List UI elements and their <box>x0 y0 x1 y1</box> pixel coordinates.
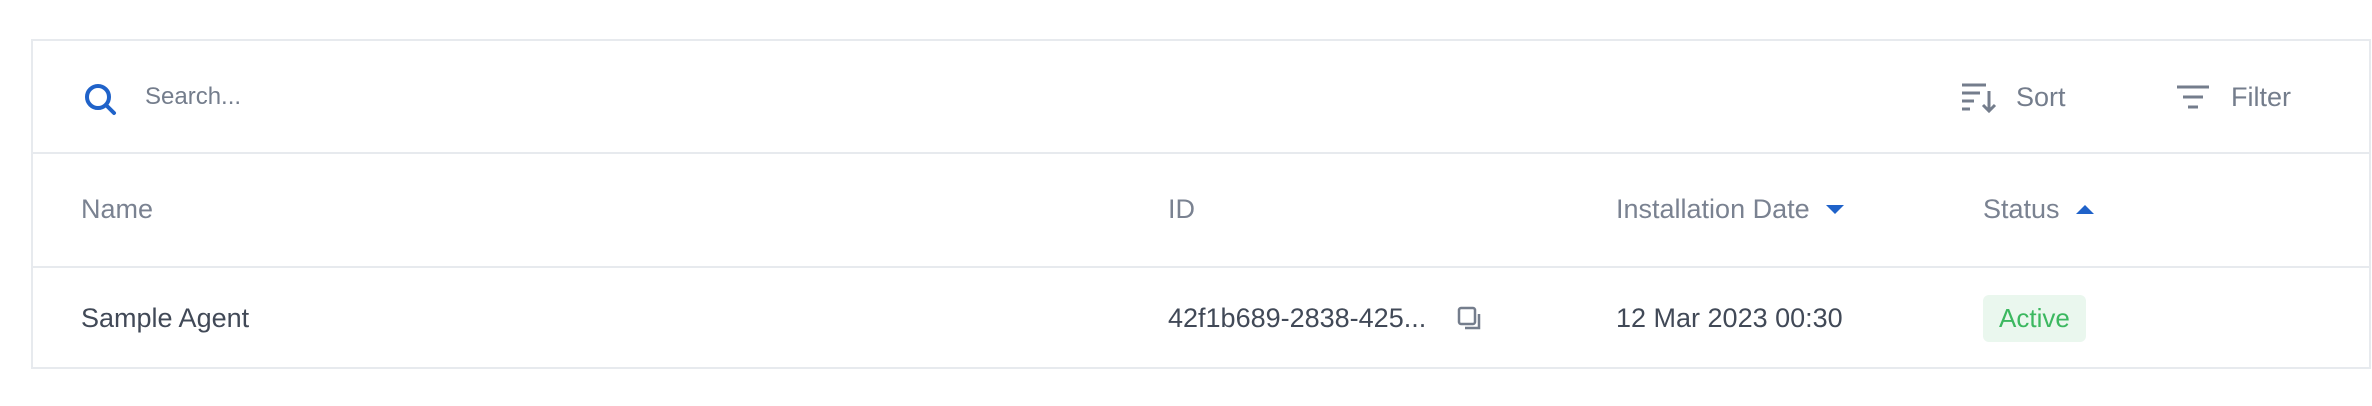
sort-button[interactable]: Sort <box>1958 71 2066 123</box>
column-header-id-label: ID <box>1168 193 1195 224</box>
agent-id: 42f1b689-2838-425... <box>1168 303 1427 333</box>
column-header-status-label: Status <box>1983 193 2060 224</box>
copy-icon[interactable] <box>1456 305 1484 333</box>
column-header-name[interactable]: Name <box>81 152 153 266</box>
filter-button[interactable]: Filter <box>2173 71 2291 123</box>
column-header-status[interactable]: Status <box>1983 152 2094 266</box>
column-header-name-label: Name <box>81 193 154 224</box>
filter-icon <box>2177 85 2209 109</box>
cell-status: Active <box>1983 268 2086 369</box>
table-row[interactable]: Sample Agent 42f1b689-2838-425... 12 Mar… <box>33 268 2369 369</box>
column-header-installation-date[interactable]: Installation Date <box>1616 152 1844 266</box>
column-header-installation-date-label: Installation Date <box>1616 193 1810 224</box>
column-header-id[interactable]: ID <box>1168 152 1195 266</box>
search-input[interactable] <box>145 75 845 119</box>
agent-name: Sample Agent <box>81 303 250 333</box>
sort-icon <box>1962 83 1997 114</box>
sort-ascending-icon <box>2075 204 2094 214</box>
sort-label: Sort <box>2016 81 2066 112</box>
cell-installation-date: 12 Mar 2023 00:30 <box>1616 268 1843 369</box>
table-toolbar: Sort Filter <box>33 41 2369 154</box>
table-header-row: Name ID Installation Date Status <box>33 152 2369 268</box>
search-icon <box>85 84 116 115</box>
status-badge: Active <box>1983 295 2086 342</box>
cell-name: Sample Agent <box>81 268 249 369</box>
filter-label: Filter <box>2231 81 2291 112</box>
cell-id: 42f1b689-2838-425... <box>1168 268 1484 369</box>
sort-descending-icon <box>1825 204 1844 214</box>
installation-date: 12 Mar 2023 00:30 <box>1616 303 1843 333</box>
agents-table-panel: Sort Filter Name ID Installation Date St… <box>31 39 2371 369</box>
